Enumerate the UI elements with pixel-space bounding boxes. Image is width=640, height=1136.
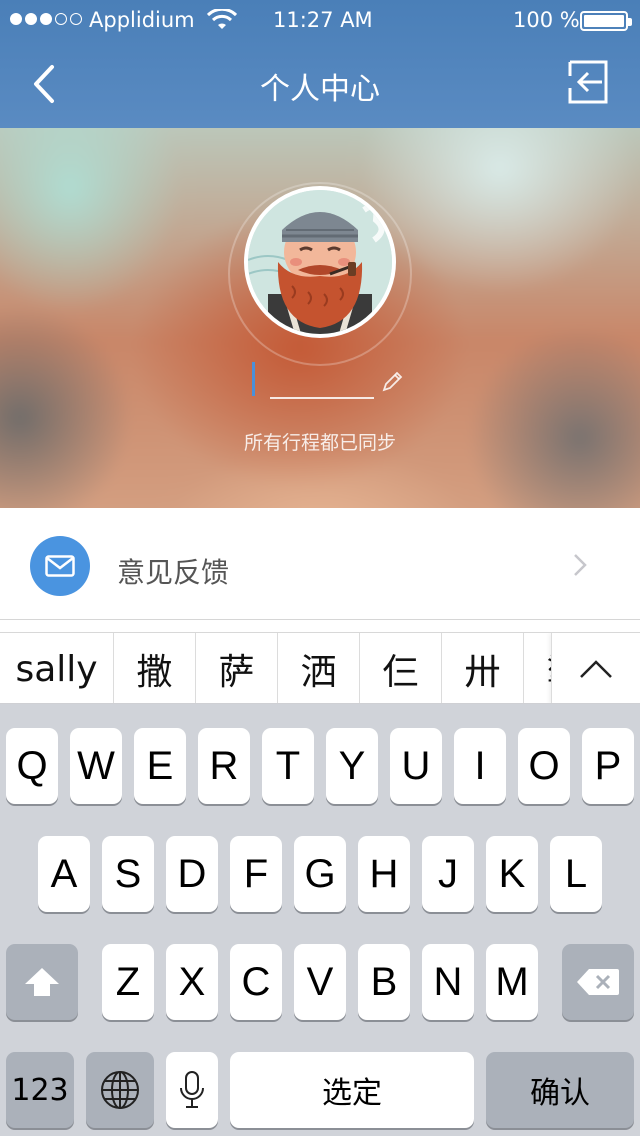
profile-hero: 所有行程都已同步 [0,128,640,508]
numbers-key[interactable]: 123 [6,1052,74,1128]
shift-key[interactable] [6,944,78,1020]
candidate-item[interactable]: 仨 [360,633,442,703]
key-j[interactable]: J [422,836,474,912]
keyboard: Q W E R T Y U I O P A S D F G H J K L Z … [0,704,640,1136]
screen: Applidium 11:27 AM 100 % 个人中心 所有行程都已同步 意… [0,0,640,1136]
key-n[interactable]: N [422,944,474,1020]
pencil-icon[interactable] [380,370,404,394]
text-caret [252,362,255,396]
chevron-up-icon [580,660,612,678]
key-s[interactable]: S [102,836,154,912]
globe-key[interactable] [86,1052,154,1128]
candidate-item[interactable]: 洒 [278,633,360,703]
wifi-icon [206,7,238,36]
signal-strength-icon [10,13,82,25]
mail-icon [30,536,90,596]
candidate-item[interactable]: 萨 [196,633,278,703]
key-y[interactable]: Y [326,728,378,804]
chevron-right-icon [574,554,587,576]
carrier-name: Applidium [89,8,195,32]
key-v[interactable]: V [294,944,346,1020]
key-p[interactable]: P [582,728,634,804]
space-key[interactable]: 选定 [230,1052,474,1128]
key-m[interactable]: M [486,944,538,1020]
name-underline [270,397,374,399]
globe-icon [101,1071,139,1109]
candidate-item[interactable]: sally [0,633,114,703]
key-h[interactable]: H [358,836,410,912]
key-l[interactable]: L [550,836,602,912]
key-f[interactable]: F [230,836,282,912]
backspace-icon [577,969,619,995]
settings-list: 意见反馈 [0,508,640,632]
candidate-item[interactable]: 卅 [442,633,524,703]
ime-candidate-bar: sally 撒 萨 洒 仨 卅 挲 [0,632,640,704]
key-w[interactable]: W [70,728,122,804]
avatar[interactable] [244,186,396,338]
bearded-sailor-avatar [248,190,392,334]
microphone-icon [180,1071,204,1108]
page-title: 个人中心 [260,72,380,107]
key-a[interactable]: A [38,836,90,912]
key-o[interactable]: O [518,728,570,804]
key-c[interactable]: C [230,944,282,1020]
confirm-key[interactable]: 确认 [486,1052,634,1128]
status-bar: Applidium 11:27 AM 100 % [0,0,640,40]
delete-key[interactable] [562,944,634,1020]
battery-icon [580,11,632,31]
shift-arrow-icon [25,968,59,996]
status-time: 11:27 AM [273,8,373,32]
signal-dot [10,13,22,25]
name-input[interactable] [250,358,410,400]
key-u[interactable]: U [390,728,442,804]
candidate-item[interactable]: 撒 [114,633,196,703]
key-t[interactable]: T [262,728,314,804]
logout-button[interactable] [564,58,612,106]
battery-percent: 100 % [513,8,580,32]
list-item-feedback[interactable]: 意见反馈 [0,508,640,620]
signal-dot [25,13,37,25]
signal-dot [70,13,82,25]
key-e[interactable]: E [134,728,186,804]
key-d[interactable]: D [166,836,218,912]
key-i[interactable]: I [454,728,506,804]
logout-icon [568,60,608,104]
dictation-key[interactable] [166,1052,218,1128]
key-k[interactable]: K [486,836,538,912]
signal-dot [55,13,67,25]
key-b[interactable]: B [358,944,410,1020]
candidate-expand-button[interactable] [551,633,640,703]
battery-fill [584,15,624,27]
key-x[interactable]: X [166,944,218,1020]
key-z[interactable]: Z [102,944,154,1020]
key-g[interactable]: G [294,836,346,912]
signal-dot [40,13,52,25]
sync-status-text: 所有行程都已同步 [243,432,396,454]
list-item-label: 意见反馈 [117,556,230,589]
key-r[interactable]: R [198,728,250,804]
header: Applidium 11:27 AM 100 % 个人中心 [0,0,640,128]
key-q[interactable]: Q [6,728,58,804]
battery-nub [628,18,632,26]
